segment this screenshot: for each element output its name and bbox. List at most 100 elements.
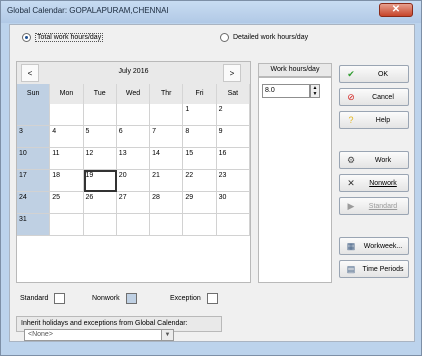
total-hours-radio[interactable] bbox=[22, 33, 31, 42]
inherit-calendar-select[interactable]: <None> ▼ bbox=[24, 329, 174, 341]
help-icon: ? bbox=[348, 115, 354, 125]
calendar-day-cell[interactable]: 16 bbox=[216, 148, 250, 170]
calendar-day-cell[interactable]: 3 bbox=[17, 126, 51, 148]
work-button[interactable]: ⚙ Work bbox=[339, 151, 409, 169]
legend-standard: Standard bbox=[20, 293, 66, 304]
workweek-button[interactable]: ▦ Workweek... bbox=[339, 237, 409, 255]
calendar-day-cell[interactable]: 27 bbox=[116, 192, 151, 214]
calendar-day-cell[interactable] bbox=[50, 214, 84, 236]
legend-standard-label: Standard bbox=[20, 295, 49, 302]
help-label: Help bbox=[375, 116, 391, 124]
nonwork-label: Nonwork bbox=[369, 179, 397, 187]
calendar-day-cell[interactable]: 30 bbox=[216, 192, 250, 214]
calendar-day-cell[interactable]: 24 bbox=[17, 192, 51, 214]
close-button[interactable]: ✕ bbox=[379, 3, 413, 17]
calendar-day-cell[interactable] bbox=[183, 214, 217, 236]
time-periods-button[interactable]: ▤ Time Periods bbox=[339, 260, 409, 278]
prev-month-button[interactable]: < bbox=[21, 64, 39, 82]
ok-label: OK bbox=[377, 70, 389, 78]
calendar-day-cell[interactable]: 4 bbox=[50, 126, 84, 148]
calendar-day-cell[interactable] bbox=[83, 104, 117, 126]
dow-tue: Tue bbox=[83, 84, 117, 104]
dow-sat: Sat bbox=[216, 84, 250, 104]
nonwork-swatch bbox=[125, 293, 137, 304]
workweek-icon: ▦ bbox=[346, 240, 356, 251]
calendar-day-cell[interactable]: 14 bbox=[150, 148, 184, 170]
month-label: July 2016 bbox=[118, 68, 149, 75]
next-month-button[interactable]: > bbox=[223, 64, 241, 82]
calendar-day-cell[interactable]: 28 bbox=[150, 192, 184, 214]
detailed-hours-option[interactable]: Detailed work hours/day bbox=[220, 33, 308, 42]
nonwork-button[interactable]: ✕ Nonwork bbox=[339, 174, 409, 192]
calendar-day-cell[interactable]: 23 bbox=[216, 170, 250, 192]
spin-down-icon[interactable]: ▼ bbox=[313, 91, 318, 97]
calendar-day-cell[interactable]: 13 bbox=[116, 148, 151, 170]
calendar-day-cell[interactable]: 15 bbox=[183, 148, 217, 170]
work-hours-header: Work hours/day bbox=[258, 63, 332, 77]
inherit-select-value: <None> bbox=[28, 331, 53, 338]
calendar-day-cell[interactable] bbox=[150, 104, 184, 126]
calendar-day-cell[interactable] bbox=[116, 214, 151, 236]
total-hours-label: Total work hours/day bbox=[35, 33, 104, 42]
detailed-hours-radio[interactable] bbox=[220, 33, 229, 42]
legend-nonwork: Nonwork bbox=[92, 293, 137, 304]
dow-mon: Mon bbox=[50, 84, 84, 104]
time-periods-label: Time Periods bbox=[362, 265, 404, 273]
calendar-day-cell[interactable] bbox=[116, 104, 151, 126]
calendar-day-cell[interactable]: 12 bbox=[83, 148, 117, 170]
calendar-day-cell[interactable]: 21 bbox=[150, 170, 184, 192]
calendar-day-cell[interactable]: 22 bbox=[183, 170, 217, 192]
legend-exception-label: Exception bbox=[170, 295, 201, 302]
calendar-day-cell[interactable] bbox=[216, 214, 250, 236]
window-title: Global Calendar: GOPALAPURAM,CHENNAI bbox=[7, 6, 169, 15]
legend-exception: Exception bbox=[170, 293, 218, 304]
work-hours-spinner[interactable]: ▲ ▼ bbox=[310, 84, 320, 98]
calendar-day-cell[interactable]: 20 bbox=[116, 170, 151, 192]
cancel-label: Cancel bbox=[372, 93, 394, 101]
calendar-header: < July 2016 > bbox=[17, 62, 250, 84]
help-button[interactable]: ? Help bbox=[339, 111, 409, 129]
legend-nonwork-label: Nonwork bbox=[92, 295, 120, 302]
calendar-day-cell[interactable]: 5 bbox=[83, 126, 117, 148]
dow-fri: Fri bbox=[183, 84, 217, 104]
calendar-day-cell[interactable] bbox=[17, 104, 51, 126]
calendar-day-cell[interactable]: 2 bbox=[216, 104, 250, 126]
inherit-label: Inherit holidays and exceptions from Glo… bbox=[21, 320, 188, 327]
work-hours-panel bbox=[258, 77, 332, 283]
total-hours-option[interactable]: Total work hours/day bbox=[22, 33, 104, 42]
title-bar: Global Calendar: GOPALAPURAM,CHENNAI ✕ bbox=[1, 1, 421, 23]
work-label: Work bbox=[374, 156, 392, 164]
nonwork-icon: ✕ bbox=[347, 177, 355, 188]
calendar-day-cell[interactable]: 19 bbox=[83, 170, 117, 192]
calendar-day-cell[interactable]: 9 bbox=[216, 126, 250, 148]
dow-wed: Wed bbox=[116, 84, 151, 104]
work-icon: ⚙ bbox=[346, 154, 356, 165]
cancel-button[interactable]: ⊘ Cancel bbox=[339, 88, 409, 106]
standard-icon: ▶ bbox=[347, 200, 355, 211]
calendar-day-cell[interactable]: 17 bbox=[17, 170, 51, 192]
calendar-day-cell[interactable] bbox=[150, 214, 184, 236]
calendar-day-cell[interactable]: 8 bbox=[183, 126, 217, 148]
dialog-body: Total work hours/day Detailed work hours… bbox=[9, 24, 415, 342]
detailed-hours-label: Detailed work hours/day bbox=[233, 34, 309, 41]
workweek-label: Workweek... bbox=[363, 242, 403, 250]
calendar-day-cell[interactable]: 6 bbox=[116, 126, 151, 148]
day-of-week-row: Sun Mon Tue Wed Thr Fri Sat bbox=[17, 84, 250, 104]
calendar-day-cell[interactable]: 11 bbox=[50, 148, 84, 170]
calendar-day-cell[interactable] bbox=[50, 104, 84, 126]
calendar-day-cell[interactable]: 29 bbox=[183, 192, 217, 214]
calendar-day-cell[interactable] bbox=[83, 214, 117, 236]
calendar-day-cell[interactable]: 7 bbox=[150, 126, 184, 148]
check-icon: ✔ bbox=[347, 68, 355, 79]
exception-swatch bbox=[206, 293, 218, 304]
ok-button[interactable]: ✔ OK bbox=[339, 65, 409, 83]
calendar-day-cell[interactable]: 10 bbox=[17, 148, 51, 170]
calendar-day-cell[interactable]: 31 bbox=[17, 214, 51, 236]
calendar-day-cell[interactable]: 25 bbox=[50, 192, 84, 214]
calendar-day-cell[interactable]: 18 bbox=[50, 170, 84, 192]
calendar-day-cell[interactable]: 26 bbox=[83, 192, 117, 214]
work-hours-input[interactable]: 8.0 bbox=[262, 84, 310, 98]
standard-button[interactable]: ▶ Standard bbox=[339, 197, 409, 215]
chevron-down-icon[interactable]: ▼ bbox=[161, 330, 173, 340]
calendar-day-cell[interactable]: 1 bbox=[183, 104, 217, 126]
